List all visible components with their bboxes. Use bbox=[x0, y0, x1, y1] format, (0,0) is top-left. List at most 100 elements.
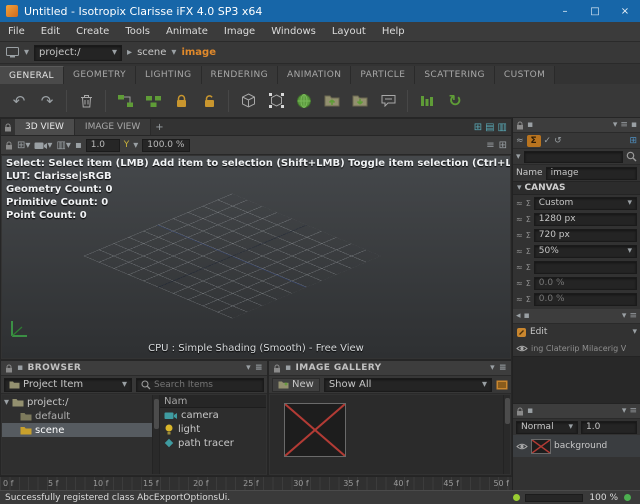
history-icon[interactable]: ↺ bbox=[554, 136, 562, 146]
empty-field[interactable] bbox=[534, 261, 637, 274]
browser-search-box[interactable] bbox=[136, 378, 264, 392]
curve-toggle-icon[interactable]: ≈ bbox=[516, 279, 523, 288]
sigma-toggle-icon[interactable]: Σ bbox=[526, 247, 531, 256]
unlock-button[interactable] bbox=[196, 88, 222, 114]
context-dropdown-icon[interactable]: ▾ bbox=[24, 47, 29, 58]
create-node-button[interactable] bbox=[112, 88, 138, 114]
panel-pin-icon[interactable]: ▪ bbox=[285, 363, 292, 373]
search-input[interactable] bbox=[154, 380, 224, 390]
gallery-thumbnail[interactable] bbox=[284, 403, 346, 457]
panel-pin-icon[interactable]: ▪ bbox=[524, 311, 530, 321]
canvas-section-header[interactable]: ▾ CANVAS bbox=[513, 181, 640, 195]
layer-row-background[interactable]: background bbox=[513, 435, 640, 457]
camera-dropdown[interactable]: ▾ bbox=[34, 140, 52, 151]
new-image-button[interactable]: New bbox=[272, 378, 320, 392]
menu-help[interactable]: Help bbox=[374, 22, 413, 41]
menu-image[interactable]: Image bbox=[216, 22, 263, 41]
tab-3d-view[interactable]: 3D VIEW bbox=[15, 119, 75, 135]
attribute-filter-field[interactable] bbox=[524, 151, 623, 163]
comment-button[interactable] bbox=[375, 88, 401, 114]
zoom-field[interactable]: 100.0 % bbox=[142, 139, 190, 152]
curve-toggle-icon[interactable]: ≈ bbox=[516, 295, 523, 304]
gallery-filter-dropdown[interactable]: Show All ▾ bbox=[324, 378, 492, 392]
panel-lock-icon[interactable] bbox=[516, 121, 524, 130]
transform-button[interactable] bbox=[263, 88, 289, 114]
curve-toggle-icon[interactable]: ≈ bbox=[516, 199, 523, 208]
tab-general[interactable]: GENERAL bbox=[0, 66, 64, 84]
import-button[interactable] bbox=[291, 88, 317, 114]
menu-tools[interactable]: Tools bbox=[117, 22, 158, 41]
panel-lock-icon[interactable] bbox=[273, 364, 281, 373]
name-field[interactable]: image bbox=[546, 167, 637, 180]
margin-bottom-field[interactable]: 0.0 % bbox=[534, 293, 637, 306]
exposure-dropdown-icon[interactable]: ▾ bbox=[133, 140, 138, 151]
panel-collapse-icon[interactable]: ▾ bbox=[622, 406, 627, 416]
apply-check-icon[interactable]: ✓ bbox=[544, 136, 552, 146]
tab-geometry[interactable]: GEOMETRY bbox=[64, 66, 136, 84]
scrollbar-thumb[interactable] bbox=[154, 399, 159, 429]
list-item-light[interactable]: light bbox=[160, 422, 266, 436]
panel-menu-icon[interactable]: ≡ bbox=[255, 363, 263, 373]
panel-rows-icon[interactable]: ▤ bbox=[485, 122, 494, 133]
minimize-button[interactable]: – bbox=[550, 0, 580, 22]
filter-dropdown-icon[interactable]: ▾ bbox=[516, 152, 521, 162]
panel-collapse-icon[interactable]: ▾ bbox=[246, 363, 251, 373]
create-context-button[interactable] bbox=[140, 88, 166, 114]
blend-mode-dropdown[interactable]: Normal▾ bbox=[516, 421, 578, 434]
width-field[interactable]: 1280 px bbox=[534, 213, 637, 226]
height-field[interactable]: 720 px bbox=[534, 229, 637, 242]
panel-pin-icon[interactable]: ▪ bbox=[17, 363, 24, 373]
shading-dropdown[interactable]: ▥▾ bbox=[56, 140, 70, 151]
panel-grid-icon[interactable]: ⊞ bbox=[474, 122, 482, 133]
tree-item-default[interactable]: default bbox=[2, 409, 152, 423]
tab-custom[interactable]: CUSTOM bbox=[495, 66, 555, 84]
curve-toggle-icon[interactable]: ≈ bbox=[516, 215, 523, 224]
panel-menu-icon[interactable]: ≡ bbox=[629, 406, 637, 416]
panel-lock-icon[interactable] bbox=[4, 123, 12, 132]
panel-pin-icon[interactable]: ▪ bbox=[527, 406, 533, 416]
display-mode-dropdown[interactable]: ⊞▾ bbox=[17, 140, 30, 151]
sigma-toggle-icon[interactable]: Σ bbox=[526, 295, 531, 304]
panel-close-icon[interactable]: ▪ bbox=[631, 120, 637, 130]
panel-menu-icon[interactable]: ≡ bbox=[629, 311, 637, 321]
sigma-toggle-icon[interactable]: Σ bbox=[526, 263, 531, 272]
tree-item-project[interactable]: ▾ project:/ bbox=[2, 395, 152, 409]
list-item-camera[interactable]: camera bbox=[160, 408, 266, 422]
menu-create[interactable]: Create bbox=[68, 22, 117, 41]
percentage-dropdown[interactable]: 50%▾ bbox=[534, 245, 637, 258]
curve-toggle-icon[interactable]: ≈ bbox=[516, 263, 523, 272]
menu-file[interactable]: File bbox=[0, 22, 33, 41]
viewport-lock-icon[interactable] bbox=[5, 141, 13, 150]
layout-button[interactable] bbox=[414, 88, 440, 114]
panel-menu-icon[interactable]: ≡ bbox=[499, 363, 507, 373]
viewport-layout-icon[interactable]: ⊞ bbox=[499, 140, 507, 151]
refresh-button[interactable]: ↻ bbox=[442, 88, 468, 114]
eye-icon[interactable] bbox=[516, 344, 528, 353]
menu-animate[interactable]: Animate bbox=[158, 22, 216, 41]
browser-filter-dropdown[interactable]: Project Item ▾ bbox=[4, 378, 132, 392]
panel-cols-icon[interactable]: ▥ bbox=[498, 122, 507, 133]
reference-folder-button[interactable] bbox=[347, 88, 373, 114]
tab-rendering[interactable]: RENDERING bbox=[202, 66, 279, 84]
viewport-options-icon[interactable]: ≡ bbox=[486, 140, 494, 151]
undo-button[interactable]: ↶ bbox=[6, 88, 32, 114]
list-item-path-tracer[interactable]: path tracer bbox=[160, 436, 266, 450]
curve-toggle-icon[interactable]: ≈ bbox=[516, 231, 523, 240]
margin-top-field[interactable]: 0.0 % bbox=[534, 277, 637, 290]
timeline[interactable]: 0 f 5 f 10 f 15 f 20 f 25 f 30 f 35 f 40… bbox=[0, 476, 512, 490]
menu-edit[interactable]: Edit bbox=[33, 22, 68, 41]
opacity-field[interactable]: 1.0 bbox=[581, 421, 637, 434]
y-axis-icon[interactable]: Y bbox=[124, 140, 130, 150]
edit-dropdown-icon[interactable]: ▾ bbox=[632, 327, 637, 337]
sigma-toggle-icon[interactable]: Σ bbox=[526, 215, 531, 224]
maximize-button[interactable]: □ bbox=[580, 0, 610, 22]
menu-layout[interactable]: Layout bbox=[324, 22, 374, 41]
export-folder-button[interactable] bbox=[319, 88, 345, 114]
delete-button[interactable] bbox=[73, 88, 99, 114]
redo-button[interactable]: ↷ bbox=[34, 88, 60, 114]
browser-splitter[interactable] bbox=[152, 395, 160, 474]
panel-collapse-icon[interactable]: ▾ bbox=[613, 120, 618, 130]
lock-button[interactable] bbox=[168, 88, 194, 114]
viewport-canvas[interactable]: Select: Select item (LMB) Add item to se… bbox=[2, 156, 510, 358]
panel-collapse-icon[interactable]: ▾ bbox=[622, 311, 627, 321]
